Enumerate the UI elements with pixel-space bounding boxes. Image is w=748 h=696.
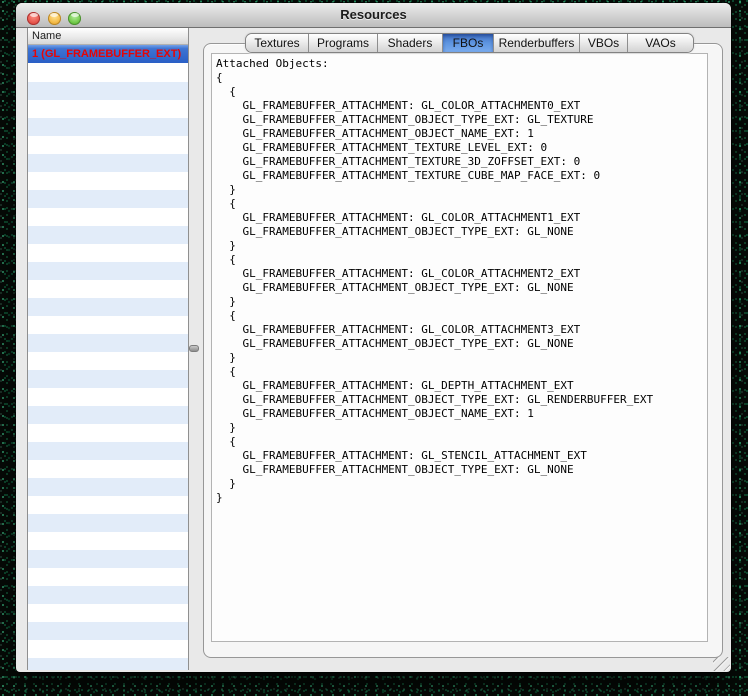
desktop-background: { "window": { "title": "Resources" }, "s… <box>0 0 748 696</box>
resource-type-tabs: Textures Programs Shaders FBOs Renderbuf… <box>245 33 694 53</box>
attached-objects-view[interactable]: Attached Objects: { { GL_FRAMEBUFFER_ATT… <box>211 53 708 642</box>
splitter-handle[interactable] <box>189 345 199 352</box>
tab-textures[interactable]: Textures <box>246 34 309 52</box>
tab-shaders[interactable]: Shaders <box>378 34 443 52</box>
title-bar[interactable]: Resources <box>16 3 731 28</box>
tab-vaos[interactable]: VAOs <box>628 34 693 52</box>
empty-list-rows <box>28 64 188 670</box>
tab-vbos[interactable]: VBOs <box>580 34 628 52</box>
window-title: Resources <box>16 7 731 22</box>
resources-window: Resources Name 1 (GL_FRAMEBUFFER_EXT) Te… <box>16 3 731 672</box>
name-column-header[interactable]: Name <box>28 28 188 45</box>
tab-fbos[interactable]: FBOs <box>443 34 494 52</box>
tab-programs[interactable]: Programs <box>309 34 378 52</box>
attached-objects-text: Attached Objects: { { GL_FRAMEBUFFER_ATT… <box>212 54 707 505</box>
tab-renderbuffers[interactable]: Renderbuffers <box>494 34 580 52</box>
list-item-framebuffer[interactable]: 1 (GL_FRAMEBUFFER_EXT) <box>28 45 188 63</box>
resize-grip-icon[interactable] <box>713 657 730 671</box>
fbo-detail-panel: Attached Objects: { { GL_FRAMEBUFFER_ATT… <box>203 43 723 658</box>
resource-list[interactable]: Name 1 (GL_FRAMEBUFFER_EXT) <box>27 28 189 670</box>
